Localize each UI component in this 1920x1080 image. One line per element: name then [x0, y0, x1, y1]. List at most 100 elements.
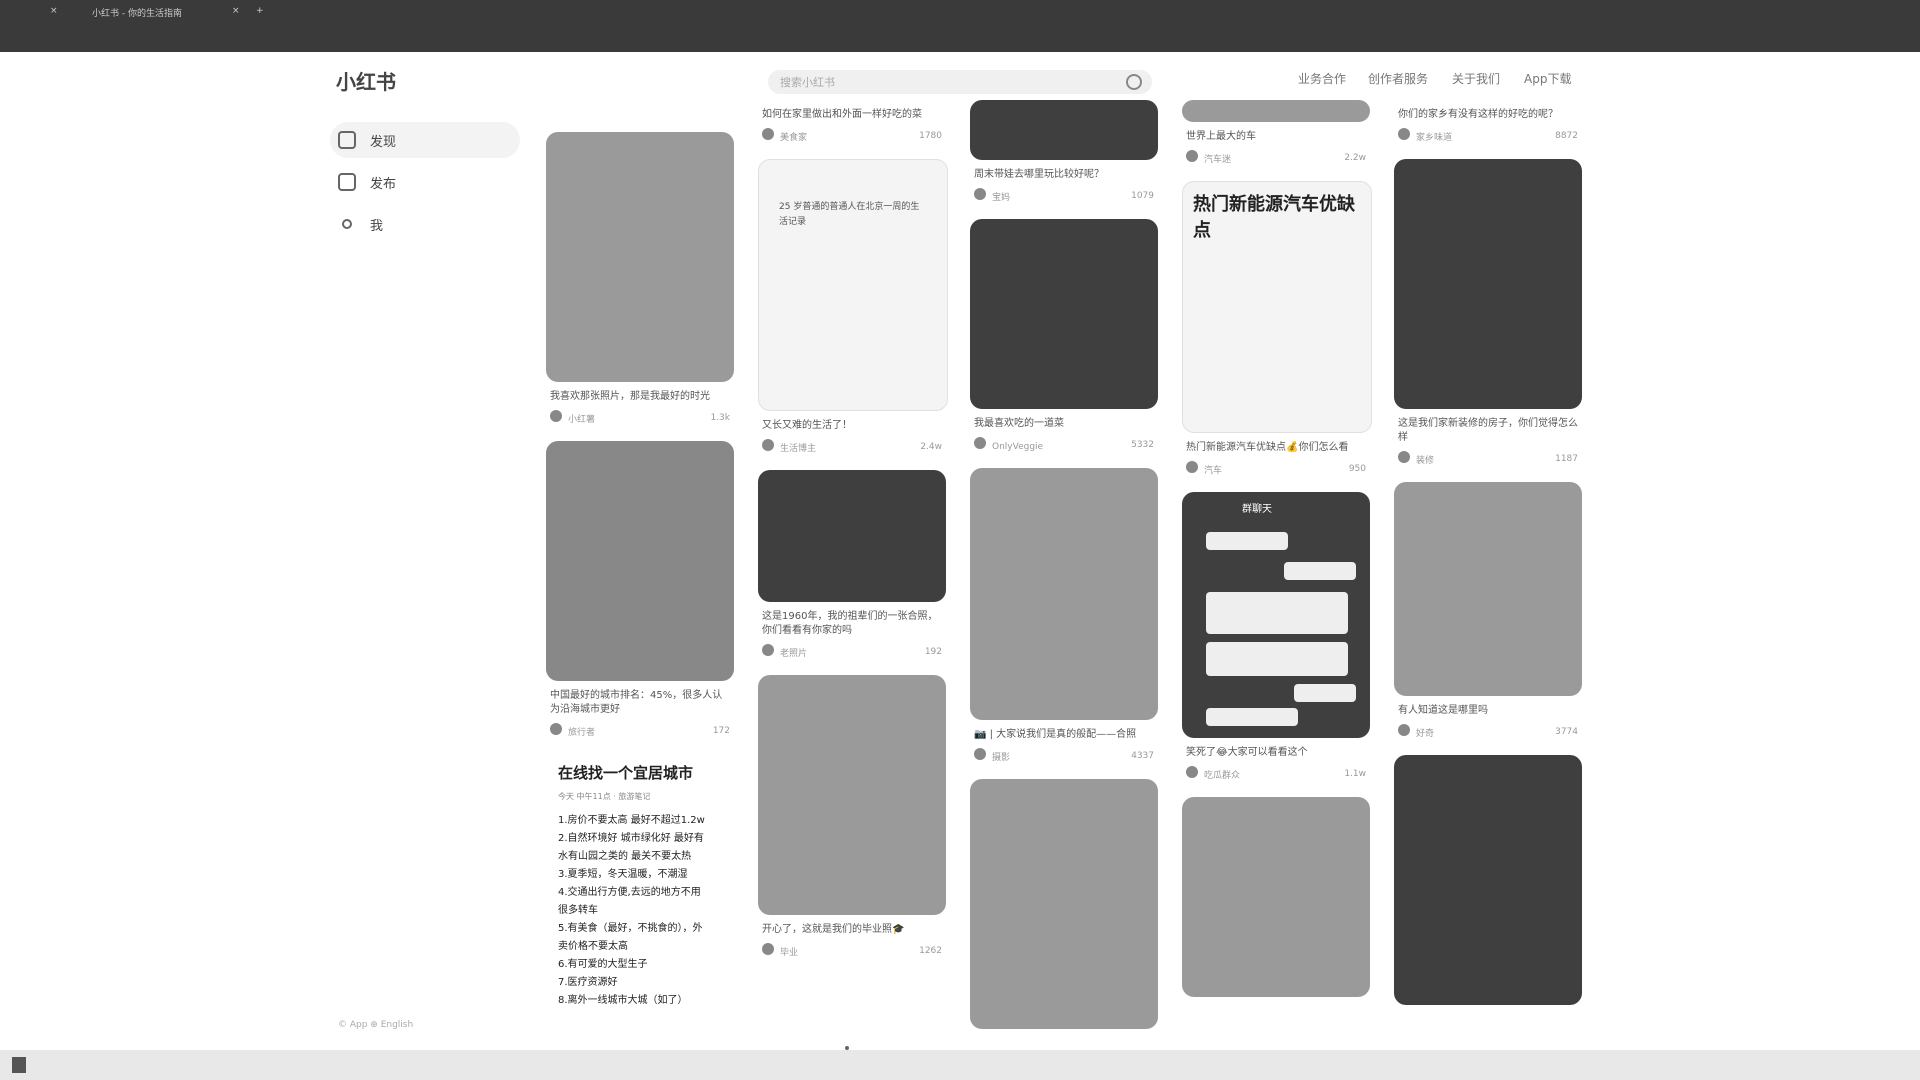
note-card[interactable]: 📷 | 大家说我们是真的般配——合照 摄影 4337: [970, 468, 1158, 763]
like-count[interactable]: 1.1w: [1344, 769, 1366, 779]
author-name[interactable]: 老照片: [780, 649, 807, 659]
note-cover[interactable]: [758, 470, 946, 602]
like-count[interactable]: 8872: [1555, 131, 1578, 141]
like-count[interactable]: 1262: [919, 946, 942, 956]
author-name[interactable]: 汽车迷: [1204, 155, 1231, 165]
sidebar-item-me[interactable]: 我: [330, 206, 520, 242]
like-count[interactable]: 1187: [1555, 454, 1578, 464]
note-title[interactable]: 有人知道这是哪里吗: [1398, 704, 1578, 718]
author-name[interactable]: OnlyVeggie: [992, 442, 1043, 452]
note-cover[interactable]: [970, 468, 1158, 720]
avatar[interactable]: [762, 943, 774, 955]
note-card[interactable]: 有人知道这是哪里吗 好奇 3774: [1394, 482, 1582, 739]
note-title[interactable]: 世界上最大的车: [1186, 130, 1366, 144]
note-card[interactable]: 群聊天 笑死了😂大家可以看看这个 吃瓜群众 1.1w: [1182, 492, 1370, 781]
avatar[interactable]: [762, 439, 774, 451]
note-title[interactable]: 热门新能源汽车优缺点💰你们怎么看: [1186, 441, 1366, 455]
avatar[interactable]: [1398, 128, 1410, 140]
note-title[interactable]: 你们的家乡有没有这样的好吃的呢？: [1398, 108, 1578, 122]
author-name[interactable]: 宝妈: [992, 193, 1010, 203]
note-card[interactable]: 你们的家乡有没有这样的好吃的呢？ 家乡味道 8872: [1394, 108, 1582, 143]
avatar[interactable]: [550, 410, 562, 422]
nav-link-business[interactable]: 业务合作: [1298, 70, 1346, 87]
avatar[interactable]: [1186, 766, 1198, 778]
like-count[interactable]: 1780: [919, 131, 942, 141]
note-cover[interactable]: [970, 779, 1158, 1029]
nav-link-app-download[interactable]: App下载: [1524, 70, 1571, 87]
note-cover[interactable]: [1182, 100, 1370, 122]
like-count[interactable]: 3774: [1555, 727, 1578, 737]
file-icon[interactable]: [12, 1057, 26, 1073]
note-card[interactable]: 中国最好的城市排名：45%，很多人认为沿海城市更好 旅行者 172: [546, 441, 734, 738]
note-cover[interactable]: [1394, 159, 1582, 409]
note-cover[interactable]: [1182, 797, 1370, 997]
like-count[interactable]: 2.2w: [1344, 153, 1366, 163]
avatar[interactable]: [1186, 150, 1198, 162]
note-card[interactable]: 我最喜欢吃的一道菜 OnlyVeggie 5332: [970, 219, 1158, 452]
note-title[interactable]: 如何在家里做出和外面一样好吃的菜: [762, 108, 942, 122]
avatar[interactable]: [550, 723, 562, 735]
note-card[interactable]: 在线找一个宜居城市 今天 中午11点 · 旅游笔记 1.房价不要太高 最好不超过…: [546, 754, 734, 1020]
note-card[interactable]: [1394, 755, 1582, 1005]
avatar[interactable]: [974, 437, 986, 449]
note-card[interactable]: 世界上最大的车 汽车迷 2.2w: [1182, 100, 1370, 165]
author-name[interactable]: 毕业: [780, 948, 798, 958]
like-count[interactable]: 950: [1349, 464, 1366, 474]
note-cover[interactable]: 25 岁普通的普通人在北京一周的生活记录: [758, 159, 948, 411]
like-count[interactable]: 4337: [1131, 751, 1154, 761]
avatar[interactable]: [1398, 451, 1410, 463]
note-cover[interactable]: [758, 675, 946, 915]
new-tab-icon[interactable]: +: [256, 6, 264, 16]
nav-link-creator[interactable]: 创作者服务: [1368, 70, 1428, 87]
note-title[interactable]: 开心了，这就是我们的毕业照🎓: [762, 923, 942, 937]
author-name[interactable]: 小红薯: [568, 415, 595, 425]
note-title[interactable]: 我喜欢那张照片，那是我最好的时光: [550, 390, 730, 404]
avatar[interactable]: [1186, 461, 1198, 473]
note-title[interactable]: 周末带娃去哪里玩比较好呢？: [974, 168, 1154, 182]
note-cover[interactable]: 群聊天: [1182, 492, 1370, 738]
search-icon[interactable]: [1126, 74, 1142, 90]
author-name[interactable]: 好奇: [1416, 729, 1434, 739]
avatar[interactable]: [974, 748, 986, 760]
note-title[interactable]: 这是1960年，我的祖辈们的一张合照，你们看看有你家的吗: [762, 610, 942, 638]
avatar[interactable]: [1398, 724, 1410, 736]
note-card[interactable]: 这是1960年，我的祖辈们的一张合照，你们看看有你家的吗 老照片 192: [758, 470, 946, 659]
author-name[interactable]: 汽车: [1204, 466, 1222, 476]
like-count[interactable]: 1079: [1131, 191, 1154, 201]
sidebar-item-publish[interactable]: 发布: [330, 164, 520, 200]
note-card[interactable]: [1182, 797, 1370, 997]
note-card[interactable]: 开心了，这就是我们的毕业照🎓 毕业 1262: [758, 675, 946, 958]
like-count[interactable]: 5332: [1131, 440, 1154, 450]
note-card[interactable]: 如何在家里做出和外面一样好吃的菜 美食家 1780: [758, 108, 946, 143]
avatar[interactable]: [762, 644, 774, 656]
note-cover[interactable]: [546, 132, 734, 382]
avatar[interactable]: [974, 188, 986, 200]
note-card[interactable]: 我喜欢那张照片，那是我最好的时光 小红薯 1.3k: [546, 132, 734, 425]
author-name[interactable]: 生活博主: [780, 444, 816, 454]
site-logo[interactable]: 小红书: [336, 66, 396, 95]
author-name[interactable]: 美食家: [780, 133, 807, 143]
avatar[interactable]: [762, 128, 774, 140]
note-cover[interactable]: 热门新能源汽车优缺点: [1182, 181, 1372, 433]
like-count[interactable]: 172: [713, 726, 730, 736]
note-cover[interactable]: [1394, 482, 1582, 696]
tab-close-icon[interactable]: ×: [232, 6, 240, 16]
nav-link-about[interactable]: 关于我们: [1452, 70, 1500, 87]
note-card[interactable]: 周末带娃去哪里玩比较好呢？ 宝妈 1079: [970, 100, 1158, 203]
note-cover[interactable]: [1394, 755, 1582, 1005]
sidebar-item-discover[interactable]: 发现: [330, 122, 520, 158]
author-name[interactable]: 旅行者: [568, 728, 595, 738]
like-count[interactable]: 1.3k: [710, 413, 730, 423]
note-card[interactable]: 热门新能源汽车优缺点 热门新能源汽车优缺点💰你们怎么看 汽车 950: [1182, 181, 1372, 476]
note-cover[interactable]: [546, 441, 734, 681]
author-name[interactable]: 装修: [1416, 456, 1434, 466]
note-title[interactable]: 笑死了😂大家可以看看这个: [1186, 746, 1366, 760]
note-title[interactable]: 中国最好的城市排名：45%，很多人认为沿海城市更好: [550, 689, 730, 717]
note-card[interactable]: 25 岁普通的普通人在北京一周的生活记录 又长又难的生活了！ 生活博主 2.4w: [758, 159, 948, 454]
note-title[interactable]: 📷 | 大家说我们是真的般配——合照: [974, 728, 1154, 742]
search-box[interactable]: 搜索小红书: [768, 70, 1152, 94]
author-name[interactable]: 吃瓜群众: [1204, 771, 1240, 781]
like-count[interactable]: 2.4w: [920, 442, 942, 452]
note-title[interactable]: 这是我们家新装修的房子，你们觉得怎么样: [1398, 417, 1578, 445]
browser-tab-title[interactable]: 小红书 - 你的生活指南: [92, 6, 182, 19]
